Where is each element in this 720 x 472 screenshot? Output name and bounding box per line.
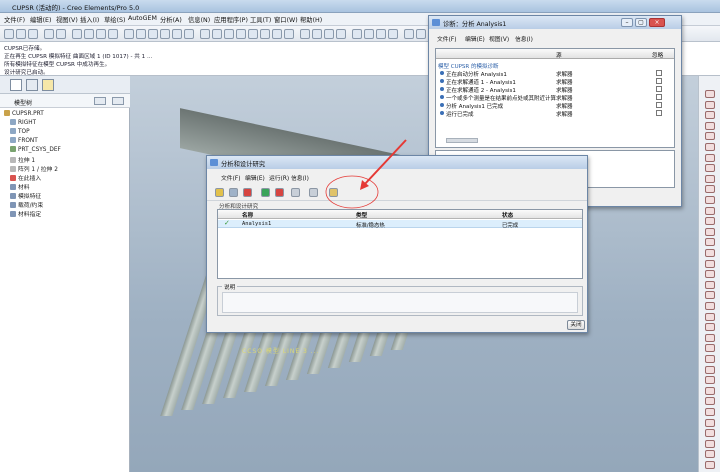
annotation-overlay bbox=[325, 139, 407, 209]
highlight-circle bbox=[325, 175, 379, 209]
highlight-arrow bbox=[363, 139, 407, 186]
